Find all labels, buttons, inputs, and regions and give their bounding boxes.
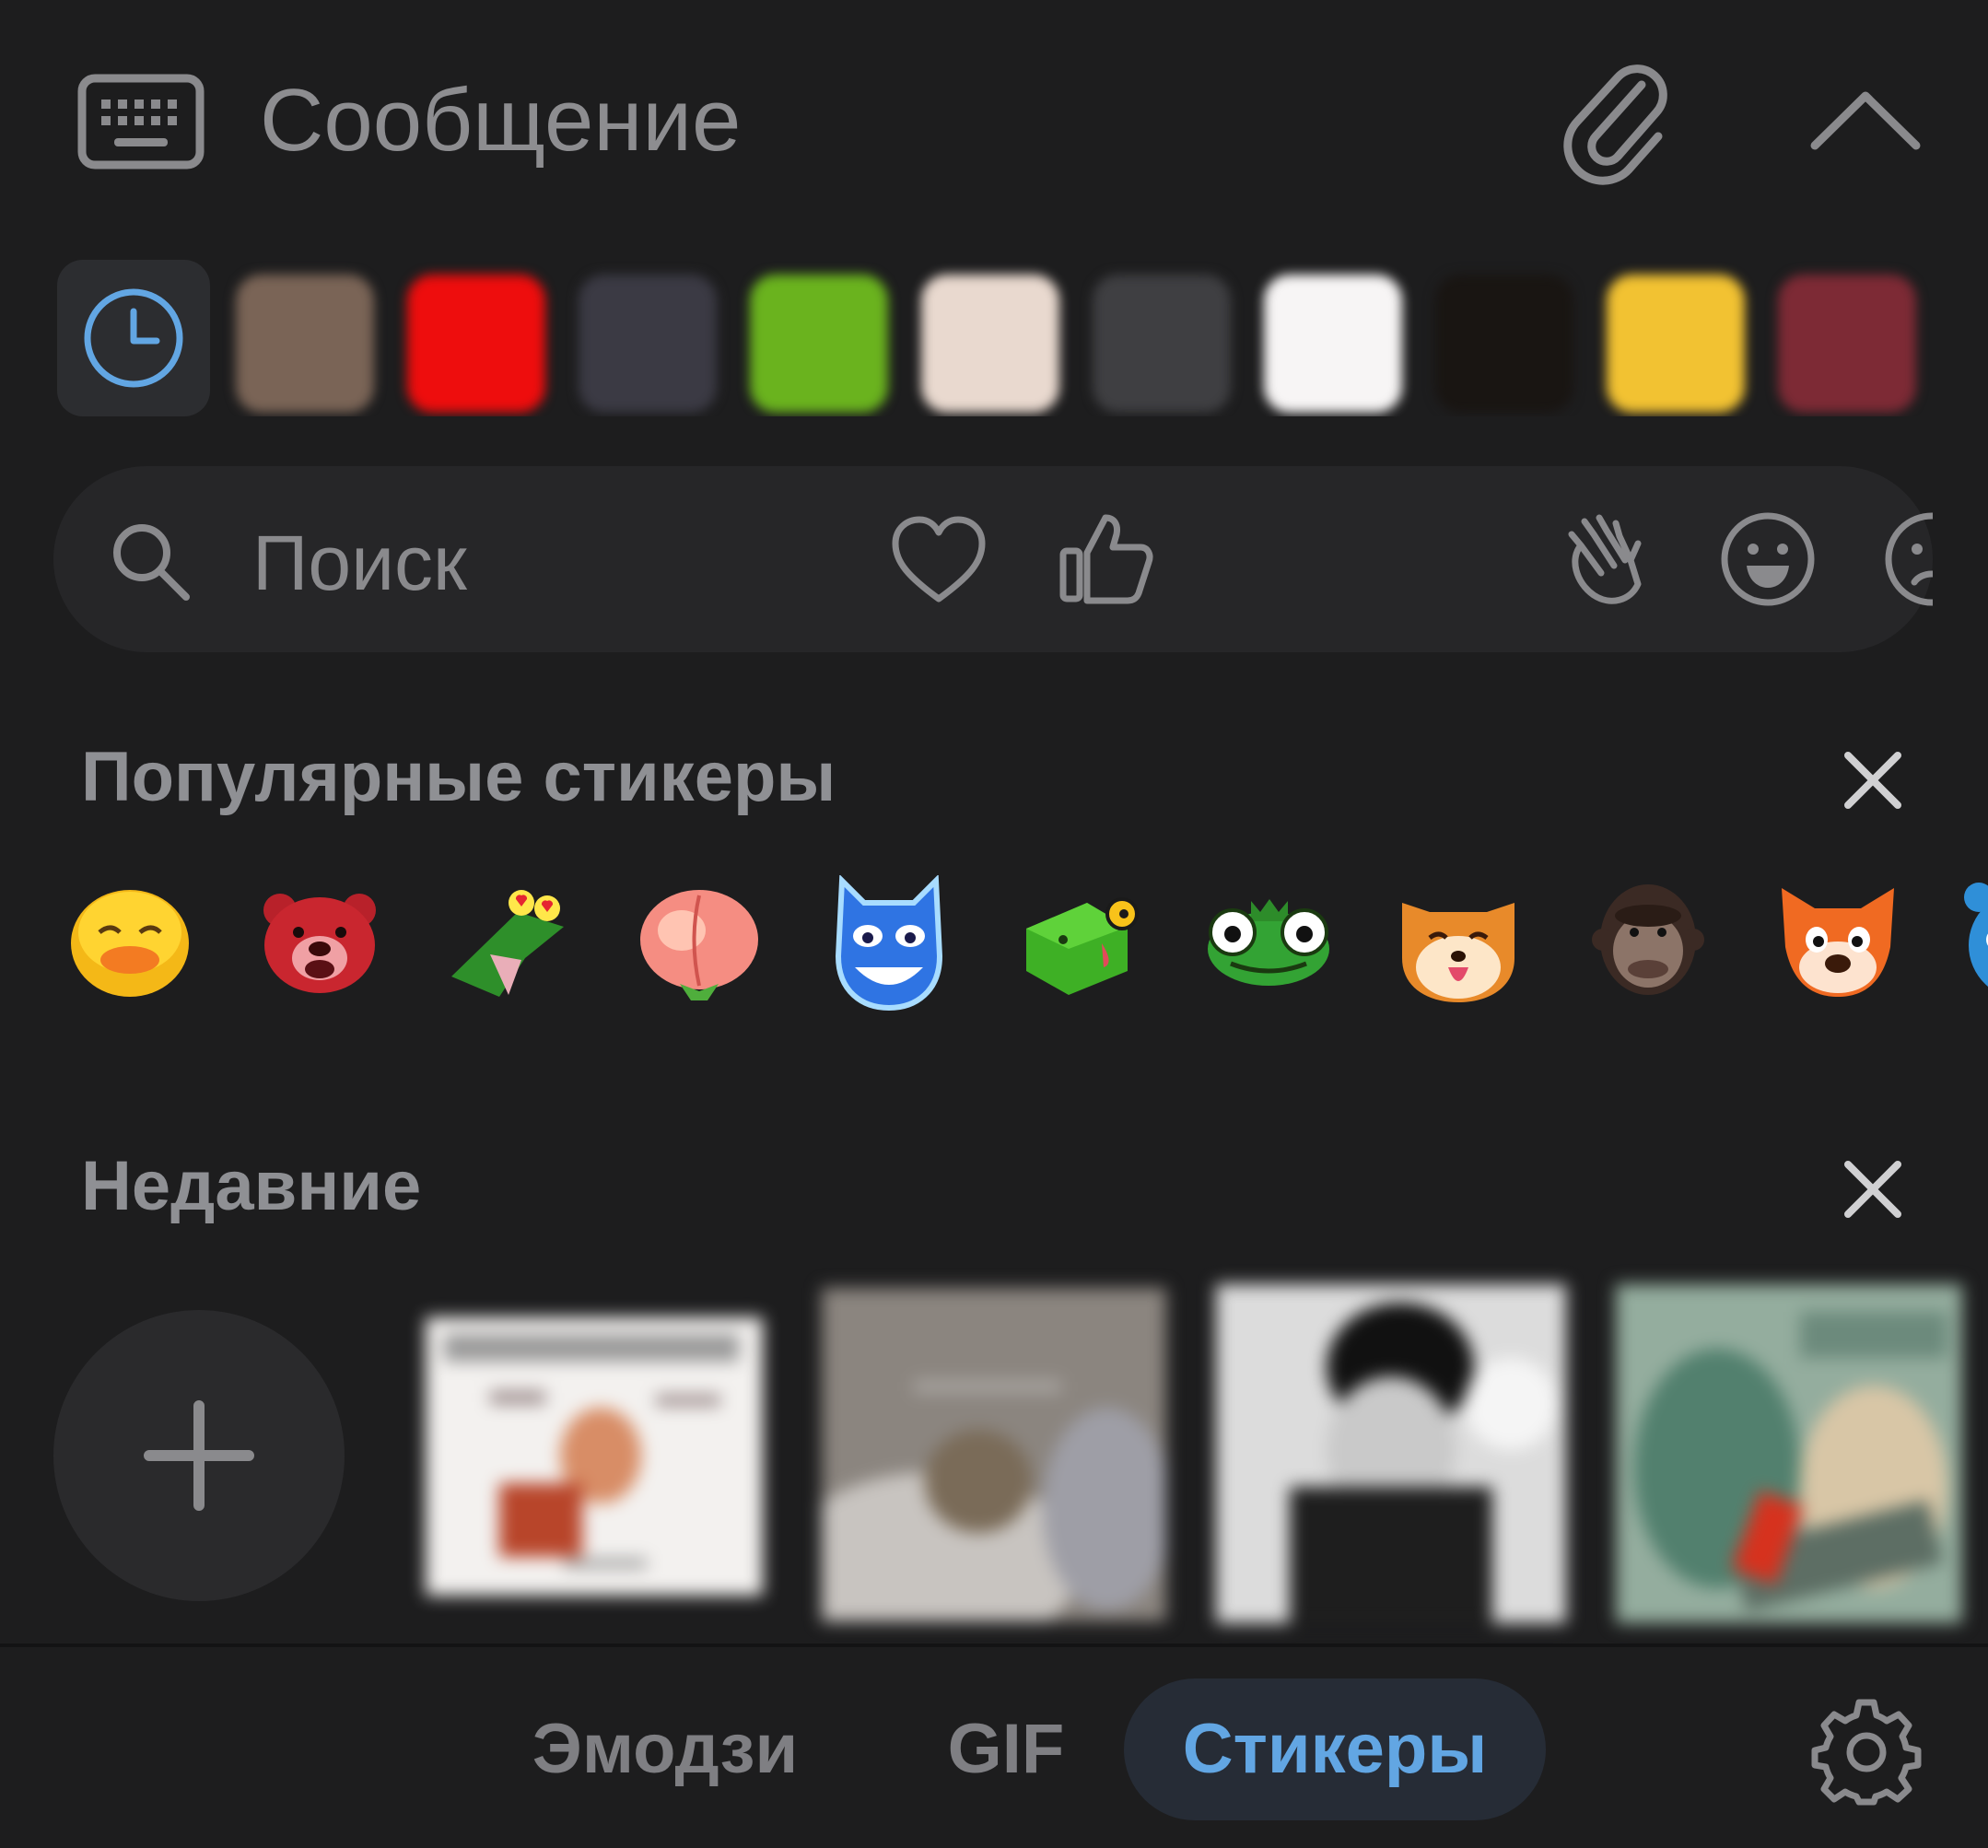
attach-button[interactable] — [1557, 57, 1677, 186]
peach-sticker[interactable] — [634, 875, 765, 1006]
recent-section-title: Недавние — [81, 1147, 422, 1225]
lizard-sticker[interactable] — [444, 875, 575, 1006]
sticker-pack-tab[interactable] — [1264, 275, 1402, 413]
smiley-icon[interactable] — [1717, 509, 1818, 610]
blue-cat-sticker[interactable] — [824, 875, 954, 1012]
collapse-button[interactable] — [1806, 83, 1925, 157]
tab-stickers[interactable]: Стикеры — [1124, 1678, 1546, 1820]
fox-sticker[interactable] — [1772, 875, 1903, 1006]
sticker-pack-tab[interactable] — [1435, 275, 1573, 413]
bottom-divider — [0, 1643, 1988, 1647]
recent-sticker-1[interactable] — [426, 1317, 763, 1596]
keyboard-icon — [77, 74, 205, 170]
sticker-pack-tab[interactable] — [750, 275, 888, 413]
sticker-pack-tab[interactable] — [1607, 275, 1745, 413]
sticker-pack-strip — [55, 260, 1988, 416]
message-input[interactable] — [260, 64, 1457, 177]
recent-sticker-2[interactable] — [785, 1288, 1172, 1656]
clock-icon — [84, 288, 183, 388]
sticker-pack-tab[interactable] — [579, 275, 717, 413]
duck-sticker[interactable] — [64, 875, 195, 1006]
frog-sticker[interactable] — [1203, 875, 1334, 1006]
heart-icon[interactable] — [888, 510, 989, 612]
sticker-pack-tab[interactable] — [407, 275, 545, 413]
blue-monster-sticker[interactable] — [1960, 875, 1988, 1006]
popular-section-title: Популярные стикеры — [81, 738, 836, 816]
recent-sticker-3[interactable] — [1216, 1284, 1566, 1623]
close-icon[interactable] — [1839, 746, 1907, 814]
gorilla-sticker[interactable] — [1583, 875, 1713, 1006]
sticker-pack-tab[interactable] — [1093, 275, 1231, 413]
sticker-pack-tab[interactable] — [236, 275, 374, 413]
plus-icon — [144, 1400, 254, 1511]
search-input[interactable] — [252, 512, 860, 614]
gear-icon — [1811, 1699, 1922, 1806]
popular-stickers-row — [64, 875, 1988, 1023]
sticker-pack-tab[interactable] — [1778, 275, 1916, 413]
waving-hand-icon[interactable] — [1553, 509, 1655, 610]
green-box-sticker[interactable] — [1013, 875, 1144, 1006]
chevron-up-icon — [1810, 91, 1921, 150]
add-sticker-button[interactable] — [53, 1310, 345, 1601]
tab-emoji[interactable]: Эмодзи — [518, 1678, 813, 1820]
red-bear-sticker[interactable] — [254, 875, 385, 1006]
search-icon — [107, 518, 195, 606]
sticker-pack-tab[interactable] — [921, 275, 1059, 413]
tab-gif[interactable]: GIF — [923, 1678, 1089, 1820]
settings-button[interactable] — [1811, 1695, 1922, 1806]
paperclip-icon — [1563, 64, 1667, 185]
close-icon[interactable] — [1839, 1155, 1907, 1223]
thumbs-up-icon[interactable] — [1054, 507, 1155, 608]
recent-pack-tab[interactable] — [57, 260, 210, 416]
recent-sticker-4[interactable] — [1616, 1284, 1962, 1623]
sad-face-icon[interactable] — [1881, 509, 1933, 610]
keyboard-button[interactable] — [77, 74, 205, 170]
shiba-sticker[interactable] — [1393, 875, 1524, 1006]
